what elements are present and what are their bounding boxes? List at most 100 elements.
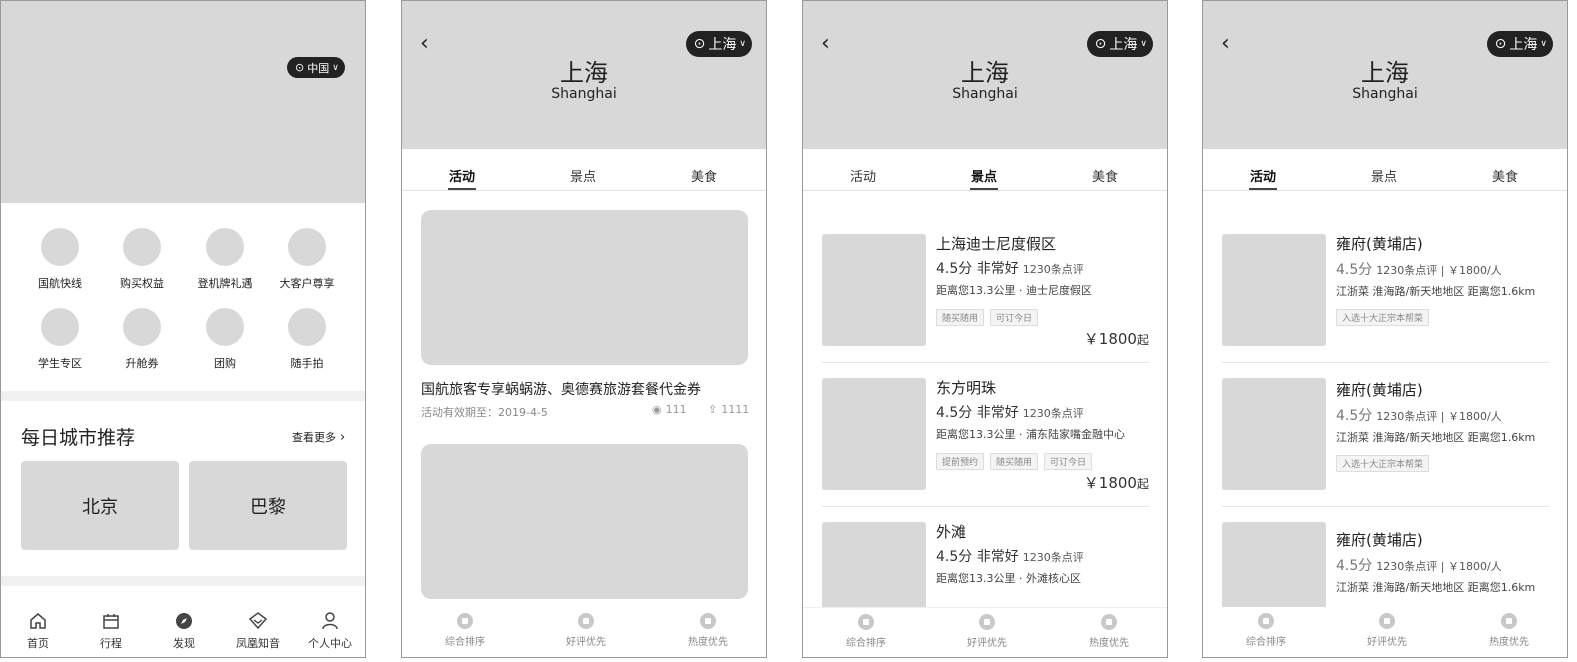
tab-bar: 活动 景点 美食 [803,149,1167,191]
sort-popularity[interactable]: 热度优先 [1069,614,1149,649]
chevron-right-icon: › [340,429,346,445]
sight-image[interactable] [822,378,926,490]
banner[interactable] [1,1,365,203]
tab-sights[interactable]: 景点 [553,166,613,185]
restaurant-info: 江浙菜 淮海路/新天地地区 距离您1.6km [1336,431,1536,444]
restaurant-score: 4.5分 1230条点评 | ￥1800/人 [1336,555,1502,575]
review-count: 1230条点评 [1022,263,1084,276]
flame-icon [1101,614,1117,630]
tab-food[interactable]: 美食 [674,166,734,185]
activity-title[interactable]: 国航旅客专享蜗蜗游、奥德赛旅游套餐代金券 [421,379,701,399]
grid-label[interactable]: 学生专区 [20,355,100,371]
share-icon: ⇪ [708,403,718,416]
nav-profile[interactable]: 个人中心 [304,611,356,651]
location-pin-icon: ⊙ [1094,36,1107,52]
price-suffix: 起 [1136,333,1149,347]
sort-overall[interactable]: 综合排序 [826,614,906,649]
sort-bar: 综合排序 好评优先 热度优先 [402,607,766,657]
city-card-label: 北京 [82,496,118,518]
restaurant-score: 4.5分 1230条点评 | ￥1800/人 [1336,259,1502,279]
city-card-beijing[interactable]: 北京 [21,461,179,550]
grid-icon-xuesheng[interactable] [41,308,79,346]
user-icon [322,612,338,630]
see-more-link[interactable]: 查看更多 › [292,429,345,445]
compass-icon [176,613,192,629]
city-card-paris[interactable]: 巴黎 [189,461,347,550]
grid-icon-kuaixian[interactable] [41,228,79,266]
grid-label[interactable]: 随手拍 [267,355,347,371]
grid-icon-suishoupai[interactable] [288,308,326,346]
city-card-label: 巴黎 [250,496,286,518]
sight-image[interactable] [822,234,926,346]
grid-label[interactable]: 登机牌礼遇 [185,275,265,291]
restaurant-name[interactable]: 雍府(黄埔店) [1336,379,1423,400]
chevron-down-icon: ∨ [739,39,746,49]
review-count: 1230条点评 [1022,551,1084,564]
tab-food[interactable]: 美食 [1075,166,1135,185]
grid-label[interactable]: 国航快线 [20,275,100,291]
tab-bar: 活动 景点 美食 [402,149,766,191]
activity-image[interactable] [421,444,748,599]
restaurant-image[interactable] [1222,234,1326,346]
grid-icon-dengjipai[interactable] [206,228,244,266]
location-label: 上海 [708,37,737,53]
sort-label: 好评优先 [1367,637,1407,648]
sort-rating[interactable]: 好评优先 [1347,613,1427,648]
location-selector[interactable]: ⊙ 中国 ∨ [287,57,345,78]
restaurant-name[interactable]: 雍府(黄埔店) [1336,233,1423,254]
tab-sights[interactable]: 景点 [954,166,1014,190]
divider [1222,506,1549,507]
nav-home[interactable]: 首页 [18,611,58,651]
nav-phoenix[interactable]: 凤凰知音 [232,611,284,651]
divider [822,362,1149,363]
score-value: 4.5分 [1336,262,1373,278]
grid-label[interactable]: 大客户尊享 [267,275,347,291]
restaurant-info: 江浙菜 淮海路/新天地地区 距离您1.6km [1336,581,1536,594]
grid-icon-quanyi[interactable] [123,228,161,266]
sight-name[interactable]: 外滩 [936,521,966,542]
share-count[interactable]: ⇪ 1111 [708,403,749,416]
grid-label[interactable]: 团购 [185,355,265,371]
grid-icon-tuangou[interactable] [206,308,244,346]
sort-bar: 综合排序 好评优先 热度优先 [1203,607,1567,657]
sort-label: 综合排序 [445,637,485,648]
tab-sights[interactable]: 景点 [1354,166,1414,185]
see-more-label: 查看更多 [292,431,336,444]
tab-bar: 活动 景点 美食 [1203,149,1567,191]
grid-label[interactable]: 购买权益 [102,275,182,291]
nav-trip[interactable]: 行程 [91,611,131,651]
sight-name[interactable]: 上海迪士尼度假区 [936,233,1056,254]
sort-popularity[interactable]: 热度优先 [668,613,748,648]
location-label: 上海 [1509,37,1538,53]
tab-activity[interactable]: 活动 [833,166,893,185]
restaurant-tags: 入选十大正宗本帮菜 [1336,452,1435,472]
price-value: ￥1800 [1083,330,1137,348]
tab-activity[interactable]: 活动 [1233,166,1293,190]
sort-overall[interactable]: 综合排序 [1226,613,1306,648]
sort-popularity[interactable]: 热度优先 [1469,613,1549,648]
nav-discover[interactable]: 发现 [164,611,204,651]
sight-name[interactable]: 东方明珠 [936,377,996,398]
tag: 随买随用 [936,309,985,326]
location-pin-icon: ⊙ [693,36,706,52]
home-screen: ⊙ 中国 ∨ 国航快线 购买权益 登机牌礼遇 大客户尊享 学生专区 升舱券 团购… [0,0,366,658]
restaurant-name[interactable]: 雍府(黄埔店) [1336,529,1423,550]
activity-image[interactable] [421,210,748,365]
restaurant-image[interactable] [1222,378,1326,490]
city-sights-screen: ‹ ⊙ 上海 ∨ 上海 Shanghai 活动 景点 美食 上海迪士尼度假区 4… [802,0,1168,658]
tab-food[interactable]: 美食 [1475,166,1535,185]
grid-icon-shengcang[interactable] [123,308,161,346]
sort-rating[interactable]: 好评优先 [546,613,626,648]
grid-label[interactable]: 升舱券 [102,355,182,371]
sort-rating[interactable]: 好评优先 [947,614,1027,649]
restaurant-meta: 1230条点评 | ￥1800/人 [1376,264,1502,277]
restaurant-score: 4.5分 1230条点评 | ￥1800/人 [1336,405,1502,425]
sight-distance: 距离您13.3公里 · 外滩核心区 [936,572,1081,585]
eye-icon: ◉ [652,403,662,416]
sort-overall[interactable]: 综合排序 [425,613,505,648]
bottom-nav: 首页 行程 发现 凤凰知音 个人中心 [1,609,365,657]
sight-score: 4.5分 非常好 1230条点评 [936,258,1084,278]
restaurant-info: 江浙菜 淮海路/新天地地区 距离您1.6km [1336,285,1536,298]
grid-icon-dakehu[interactable] [288,228,326,266]
tab-activity[interactable]: 活动 [432,166,492,190]
